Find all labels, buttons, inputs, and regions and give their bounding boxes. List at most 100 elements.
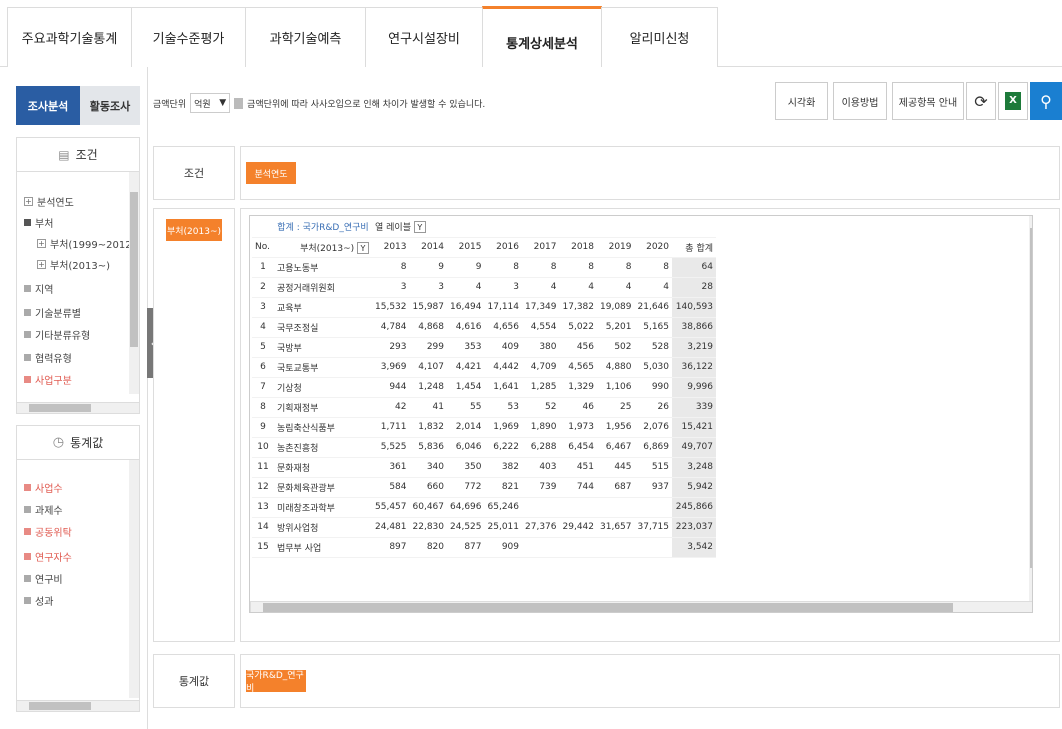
table-row: 11 문화재청 361 340 350 382 403 451 445 515 3,248	[252, 457, 716, 478]
tab-tech-level[interactable]: 기술수준평가	[131, 7, 246, 67]
scroll-thumb[interactable]	[130, 192, 138, 347]
tree-item-cooperation[interactable]: 협력유형	[24, 350, 72, 365]
total-header: 총 합계	[672, 237, 716, 258]
table-row: 13 미래창조과학부 55,457 60,467 64,696 65,246 245,866	[252, 497, 716, 518]
search-button[interactable]: ⚲	[1030, 82, 1062, 120]
condition-box	[240, 146, 1060, 200]
value-cell: 1,329	[559, 377, 597, 398]
refresh-button[interactable]: ⟳	[966, 82, 996, 120]
stat-item-projects[interactable]: 사업수	[24, 480, 63, 495]
value-cell: 6,046	[447, 437, 485, 458]
value-cell: 65,246	[484, 497, 522, 518]
ministry-name: 국무조정실	[274, 317, 372, 338]
item-icon	[24, 553, 31, 560]
item-icon	[24, 528, 31, 535]
survey-analysis-button[interactable]: 조사분석	[16, 86, 80, 125]
table-row: 2 공정거래위원회 3 3 4 3 4 4 4 4 28	[252, 277, 716, 298]
value-cell: 22,830	[409, 517, 447, 538]
stat-item-researchers[interactable]: 연구자수	[24, 549, 72, 564]
row-number: 2	[252, 277, 274, 298]
value-cell: 5,525	[372, 437, 410, 458]
year-header: 2015	[447, 237, 485, 258]
scroll-thumb[interactable]	[29, 404, 91, 412]
toolbar: 금액단위 억원 ▼ 금액단위에 따라 사사오입으로 인해 차이가 발생할 수 있습…	[153, 93, 485, 113]
search-icon: ⚲	[1040, 91, 1052, 111]
scroll-thumb[interactable]	[29, 702, 91, 710]
scroll-thumb[interactable]	[263, 603, 953, 612]
ministry-2013-chip[interactable]: 부처(2013~)	[166, 219, 222, 241]
value-cell: 4,868	[409, 317, 447, 338]
row-number: 4	[252, 317, 274, 338]
dropdown-arrow-icon: ▼	[219, 98, 227, 108]
tree-item-project-type[interactable]: 사업구분	[24, 372, 72, 387]
total-cell: 28	[672, 277, 716, 298]
value-cell: 909	[484, 537, 522, 558]
value-cell: 29,442	[559, 517, 597, 538]
tab-research-equipment[interactable]: 연구시설장비	[365, 7, 483, 67]
stat-vscroll[interactable]	[129, 460, 139, 698]
tree-item-analysis-year[interactable]: + 분석연도	[24, 194, 74, 209]
stat-item-joint[interactable]: 공동위탁	[24, 524, 72, 539]
top-nav: 주요과학기술통계 기술수준평가 과학기술예측 연구시설장비 통계상세분석 알리미…	[0, 0, 1062, 67]
table-row: 15 법무부 사업 897 820 877 909 3,542	[252, 537, 716, 558]
value-cell: 4	[447, 277, 485, 298]
visualize-button[interactable]: 시각화	[775, 82, 828, 120]
value-cell: 340	[409, 457, 447, 478]
total-cell: 3,219	[672, 337, 716, 358]
row-number: 13	[252, 497, 274, 518]
item-guide-button[interactable]: 제공항목 안내	[892, 82, 964, 120]
value-cell: 1,641	[484, 377, 522, 398]
grid-vscroll[interactable]	[1029, 216, 1032, 601]
tree-item-ministry-2013[interactable]: + 부처(2013~)	[37, 257, 110, 272]
refresh-icon: ⟳	[974, 91, 988, 111]
expand-icon: +	[24, 197, 33, 206]
tree-item-ministry-1999[interactable]: + 부처(1999~2012)	[37, 236, 135, 251]
tab-detailed-analysis[interactable]: 통계상세분석	[482, 6, 602, 67]
row-field-box	[153, 208, 235, 642]
excel-export-button[interactable]: X	[998, 82, 1028, 120]
folder-icon	[24, 376, 31, 383]
tree-item-region[interactable]: 지역	[24, 281, 53, 296]
unit-select[interactable]: 억원 ▼	[190, 93, 231, 113]
value-cell: 528	[634, 337, 672, 358]
value-cell: 4	[522, 277, 560, 298]
value-cell: 15,987	[409, 297, 447, 318]
total-cell: 15,421	[672, 417, 716, 438]
condition-vscroll[interactable]	[129, 172, 139, 394]
table-row: 1 고용노동부 8 9 9 8 8 8 8 8 64	[252, 257, 716, 278]
row-number: 14	[252, 517, 274, 538]
tab-tech-forecast[interactable]: 과학기술예측	[245, 7, 366, 67]
tab-alert-request[interactable]: 알리미신청	[601, 7, 718, 67]
tree-item-ministry[interactable]: 부처	[24, 215, 53, 230]
value-cell: 1,106	[597, 377, 635, 398]
filter-icon[interactable]: Y	[357, 241, 369, 254]
rnd-funds-chip[interactable]: 국가R&D_연구비	[246, 670, 306, 694]
ministry-name: 고용노동부	[274, 257, 372, 278]
how-to-use-button[interactable]: 이용방법	[833, 82, 887, 120]
filter-icon[interactable]: Y	[413, 221, 426, 234]
activity-survey-button[interactable]: 활동조사	[80, 86, 140, 125]
tab-main-stats[interactable]: 주요과학기술통계	[7, 7, 132, 67]
year-header: 2017	[522, 237, 560, 258]
ministry-name: 기상청	[274, 377, 372, 398]
year-header: 2014	[409, 237, 447, 258]
value-cell: 53	[484, 397, 522, 418]
stat-item-funds[interactable]: 연구비	[24, 571, 63, 586]
scroll-thumb[interactable]	[1030, 228, 1032, 568]
value-cell: 8	[372, 257, 410, 278]
value-cell: 6,467	[597, 437, 635, 458]
tree-item-tech-class[interactable]: 기술분류별	[24, 305, 81, 320]
tree-item-other-class[interactable]: 기타분류유형	[24, 327, 90, 342]
stat-hscroll[interactable]	[16, 700, 140, 712]
condition-hscroll[interactable]	[16, 402, 140, 414]
grid-hscroll[interactable]	[250, 601, 1032, 612]
value-cell: 1,973	[559, 417, 597, 438]
value-cell: 25	[597, 397, 635, 418]
value-cell: 46	[559, 397, 597, 418]
analysis-year-chip[interactable]: 분석연도	[246, 162, 296, 184]
stat-item-tasks[interactable]: 과제수	[24, 502, 63, 517]
unit-note: 금액단위에 따라 사사오입으로 인해 차이가 발생할 수 있습니다.	[247, 99, 486, 110]
stat-item-results[interactable]: 성과	[24, 593, 53, 608]
value-cell	[634, 537, 672, 558]
value-cell: 4,421	[447, 357, 485, 378]
